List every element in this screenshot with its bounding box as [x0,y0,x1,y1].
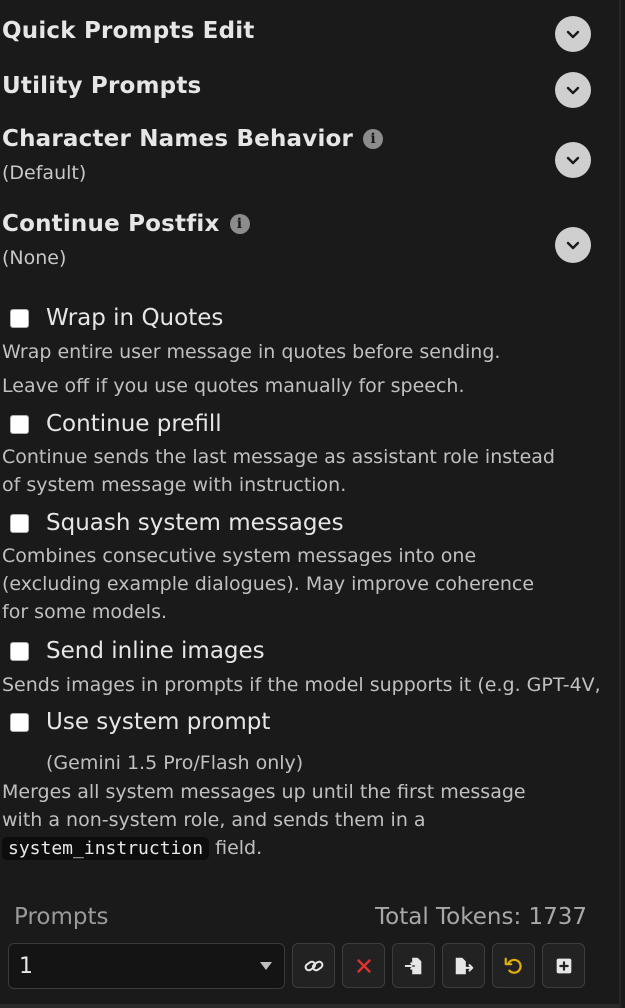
section-quick-prompts-edit[interactable]: Quick Prompts Edit [2,18,595,44]
checkbox-label: Continue prefill [46,411,222,437]
chevron-down-icon[interactable] [555,72,591,108]
code-snippet: system_instruction [2,837,210,860]
prompts-label: Prompts [14,904,109,930]
checkbox-label: Send inline images [46,638,265,664]
section-title: Quick Prompts Edit [2,18,255,44]
section-title: Character Names Behavior [2,126,354,152]
export-icon [455,957,473,974]
option-description: Combines consecutive system messages int… [2,545,477,567]
option-description: of system message with instruction. [2,474,347,496]
prompt-preset-select[interactable]: 1 [8,943,285,989]
section-continue-postfix[interactable]: Continue Postfix i (None) [2,211,595,269]
option-description: for some models. [2,601,168,623]
section-title-row: Character Names Behavior i [2,126,595,152]
squash-system-messages-checkbox[interactable] [10,513,29,533]
chevron-down-icon[interactable] [555,227,591,263]
use-system-prompt-checkbox[interactable] [10,712,29,732]
export-button[interactable] [442,943,485,988]
option-note: (Gemini 1.5 Pro/Flash only) [46,752,304,774]
section-value: (Default) [2,162,87,184]
option-description: Merges all system messages up until the … [2,781,526,803]
wrap-in-quotes-option[interactable]: Wrap in Quotes [10,305,223,331]
panel-divider [619,0,621,1008]
reset-icon [504,957,522,974]
selected-value: 1 [19,953,33,979]
list-edge [0,1004,619,1008]
option-description: Wrap entire user message in quotes befor… [2,341,501,363]
option-description: with a non-system role, and sends them i… [2,809,426,831]
reset-button[interactable] [492,943,535,988]
checkbox-label: Use system prompt [46,709,271,735]
option-description: Continue sends the last message as assis… [2,446,555,468]
close-icon [356,958,371,973]
import-button[interactable] [392,943,435,988]
section-title: Continue Postfix [2,211,220,237]
link-button[interactable] [292,943,335,988]
add-icon [556,958,571,973]
section-title: Utility Prompts [2,73,202,99]
add-button[interactable] [542,943,585,988]
info-icon[interactable]: i [363,129,384,149]
chevron-down-icon[interactable] [555,142,591,178]
option-description-code-line: system_instruction field. [2,834,262,863]
section-utility-prompts[interactable]: Utility Prompts [2,73,595,99]
use-system-prompt-option[interactable]: Use system prompt [10,709,270,735]
send-inline-images-option[interactable]: Send inline images [10,638,265,664]
checkbox-label: Wrap in Quotes [46,305,224,331]
squash-system-messages-option[interactable]: Squash system messages [10,510,344,536]
checkbox-label: Squash system messages [46,510,344,536]
continue-prefill-option[interactable]: Continue prefill [10,411,222,437]
caret-down-icon [260,962,272,970]
link-icon [304,960,323,971]
continue-prefill-checkbox[interactable] [10,414,29,434]
import-icon [404,957,421,974]
wrap-in-quotes-checkbox[interactable] [10,308,29,328]
option-description: (excluding example dialogues). May impro… [2,573,535,595]
total-tokens: Total Tokens: 1737 [375,904,588,930]
section-value: (None) [2,247,67,269]
section-character-names-behavior[interactable]: Character Names Behavior i (Default) [2,126,595,184]
option-description: Sends images in prompts if the model sup… [2,674,601,696]
option-description: Leave off if you use quotes manually for… [2,375,465,397]
option-description: field. [209,837,263,859]
section-title-row: Continue Postfix i [2,211,595,237]
info-icon[interactable]: i [229,214,250,234]
send-inline-images-checkbox[interactable] [10,641,29,661]
chevron-down-icon[interactable] [555,16,591,52]
delete-button[interactable] [342,943,385,988]
